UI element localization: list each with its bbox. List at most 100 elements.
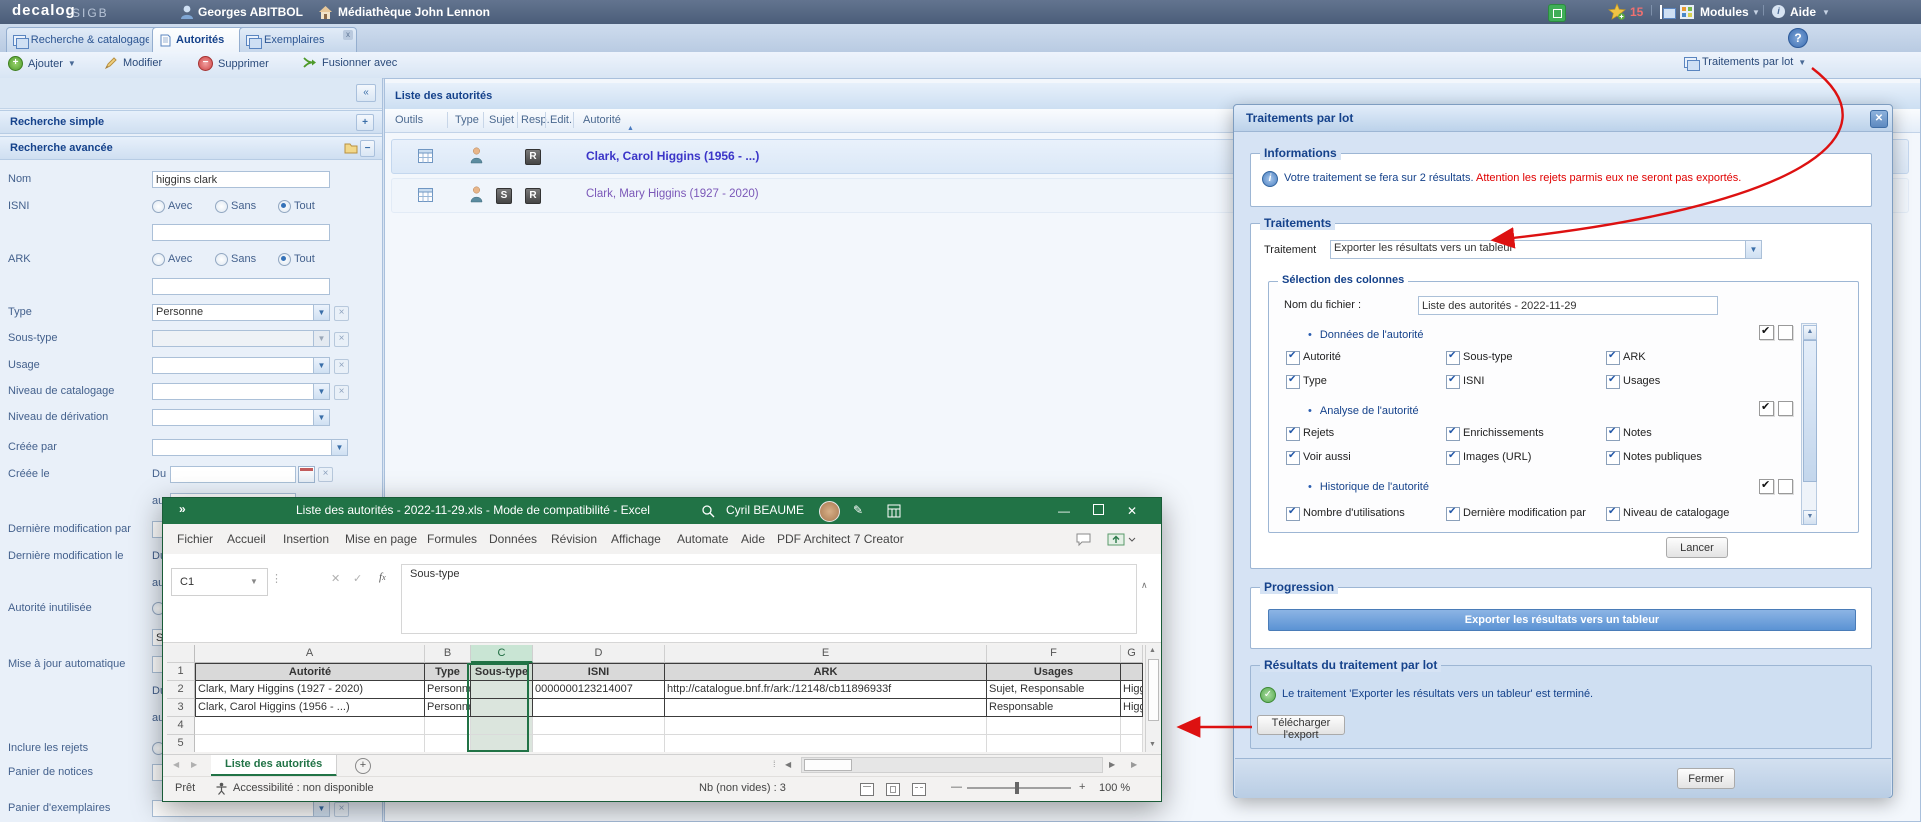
- sheet-prev-icon[interactable]: ◀: [173, 760, 179, 769]
- zoom-out-icon[interactable]: —: [951, 781, 962, 793]
- ribbon-tab-automate[interactable]: Automate: [677, 524, 728, 554]
- isni-sans-radio[interactable]: [215, 200, 228, 213]
- favorites-star-icon[interactable]: [1608, 3, 1626, 21]
- ark-sans-radio[interactable]: [215, 253, 228, 266]
- recherche-simple-header[interactable]: Recherche simple +: [0, 110, 382, 134]
- view-page-break-icon[interactable]: [912, 783, 926, 796]
- column-header[interactable]: A: [195, 645, 425, 663]
- delete-button[interactable]: − Supprimer: [198, 56, 269, 71]
- ribbon-tab-fichier[interactable]: Fichier: [177, 524, 213, 554]
- edit-button[interactable]: Modifier: [104, 56, 162, 70]
- cell-E2[interactable]: http://catalogue.bnf.fr/ark:/12148/cb118…: [665, 681, 987, 699]
- ribbon-tab-revision[interactable]: Révision: [551, 524, 597, 554]
- checkbox[interactable]: [1286, 506, 1300, 521]
- chevron-down-icon[interactable]: ▼: [1745, 241, 1761, 258]
- checkbox[interactable]: [1446, 450, 1460, 465]
- cell[interactable]: [195, 735, 425, 752]
- type-select[interactable]: Personne ▼: [152, 304, 330, 321]
- niveau-derivation-select[interactable]: ▼: [152, 409, 330, 426]
- checkbox[interactable]: [1606, 350, 1620, 365]
- authority-name-link[interactable]: Clark, Mary Higgins (1927 - 2020): [586, 188, 1206, 200]
- column-header-selected[interactable]: C: [471, 645, 533, 663]
- ribbon-tab-donnees[interactable]: Données: [489, 524, 537, 554]
- checkbox[interactable]: [1446, 374, 1460, 389]
- ark-avec-radio[interactable]: [152, 253, 165, 266]
- traitement-select[interactable]: Exporter les résultats vers un tableur ▼: [1330, 240, 1762, 259]
- column-header[interactable]: D: [533, 645, 665, 663]
- cell-E1[interactable]: ARK: [665, 663, 987, 681]
- chevron-down-icon[interactable]: ▼: [313, 384, 329, 399]
- cell[interactable]: [1121, 735, 1143, 752]
- cell[interactable]: [471, 735, 533, 752]
- column-header-autorite[interactable]: Autorité: [583, 109, 621, 132]
- filename-input[interactable]: [1418, 296, 1718, 315]
- maximize-button[interactable]: [1081, 498, 1115, 524]
- cell[interactable]: [1121, 717, 1143, 735]
- new-sheet-icon[interactable]: +: [355, 758, 371, 774]
- view-normal-icon[interactable]: [860, 783, 874, 796]
- scroll-down-icon[interactable]: ▼: [1149, 741, 1156, 748]
- cell-A2[interactable]: Clark, Mary Higgins (1927 - 2020): [195, 681, 425, 699]
- column-header-type[interactable]: Type: [455, 109, 479, 132]
- uncheck-all-group3-button[interactable]: [1778, 479, 1793, 494]
- cell-G1[interactable]: [1121, 663, 1143, 681]
- isni-avec-radio[interactable]: [152, 200, 165, 213]
- ribbon-tab-mise-en-page[interactable]: Mise en page: [345, 524, 417, 554]
- notification-count[interactable]: 15: [1630, 5, 1643, 19]
- excel-user[interactable]: Cyril BEAUME: [726, 503, 804, 517]
- check-all-group3-button[interactable]: [1759, 478, 1774, 494]
- zoom-slider-track[interactable]: [967, 787, 1071, 789]
- close-icon[interactable]: x: [343, 30, 353, 40]
- cell[interactable]: [425, 735, 471, 752]
- cell[interactable]: [425, 717, 471, 735]
- download-export-button[interactable]: Télécharger l'export: [1257, 715, 1345, 741]
- panier-exemplaires-select[interactable]: ▼: [152, 800, 330, 817]
- collapse-icon[interactable]: −: [360, 140, 375, 157]
- column-header-sujet[interactable]: Sujet: [489, 109, 514, 132]
- cell[interactable]: [533, 735, 665, 752]
- cell[interactable]: [987, 717, 1121, 735]
- ribbon-tab-insertion[interactable]: Insertion: [283, 524, 329, 554]
- splitter-dots-icon[interactable]: ⁞: [773, 759, 776, 769]
- checkbox[interactable]: [1606, 506, 1620, 521]
- formula-input[interactable]: Sous-type: [401, 564, 1137, 634]
- row-header[interactable]: 4: [167, 717, 195, 735]
- spreadsheet-grid[interactable]: A B C D E F G 1 Autorité Type Sous-type …: [167, 645, 1143, 752]
- avatar[interactable]: [819, 501, 840, 522]
- cell-A3[interactable]: Clark, Carol Higgins (1956 - ...): [195, 699, 425, 717]
- folder-icon[interactable]: [344, 141, 358, 154]
- pencil-icon[interactable]: ✎: [853, 503, 863, 517]
- scrollbar-thumb[interactable]: [1148, 659, 1159, 721]
- row-header[interactable]: 1: [167, 663, 195, 681]
- expand-icon[interactable]: +: [356, 114, 374, 131]
- niveau-catalogage-select[interactable]: ▼: [152, 383, 330, 400]
- isni-tout-radio[interactable]: [278, 200, 291, 213]
- hscrollbar-thumb[interactable]: [804, 759, 852, 771]
- checkbox[interactable]: [1286, 350, 1300, 365]
- clear-icon[interactable]: ×: [334, 359, 349, 374]
- current-library[interactable]: Médiathèque John Lennon: [338, 5, 490, 19]
- sheet-tab-active[interactable]: Liste des autorités: [211, 755, 338, 777]
- cell[interactable]: [987, 735, 1121, 752]
- share-icon[interactable]: [1107, 531, 1137, 547]
- tools-grid-icon[interactable]: [418, 188, 433, 202]
- chevron-down-icon[interactable]: ▼: [313, 305, 329, 320]
- cell-F1[interactable]: Usages: [987, 663, 1121, 681]
- isni-value-input[interactable]: [152, 224, 330, 241]
- fx-icon[interactable]: fx: [379, 571, 386, 583]
- scroll-down-icon[interactable]: ▼: [1803, 510, 1817, 525]
- zoom-level[interactable]: 100 %: [1099, 782, 1130, 794]
- checkbox[interactable]: [1606, 426, 1620, 441]
- ribbon-tab-accueil[interactable]: Accueil: [227, 524, 266, 554]
- column-header-edit[interactable]: Edit.: [550, 109, 572, 132]
- usage-select[interactable]: ▼: [152, 357, 330, 374]
- checkbox[interactable]: [1606, 374, 1620, 389]
- recherche-avancee-header[interactable]: Recherche avancée −: [0, 136, 382, 160]
- cell-D3[interactable]: [533, 699, 665, 717]
- row-header[interactable]: 2: [167, 681, 195, 699]
- calendar-icon[interactable]: [298, 466, 315, 483]
- cell[interactable]: [665, 735, 987, 752]
- tools-grid-icon[interactable]: [418, 149, 433, 163]
- cell-A1[interactable]: Autorité: [195, 663, 425, 681]
- ark-tout-radio[interactable]: [278, 253, 291, 266]
